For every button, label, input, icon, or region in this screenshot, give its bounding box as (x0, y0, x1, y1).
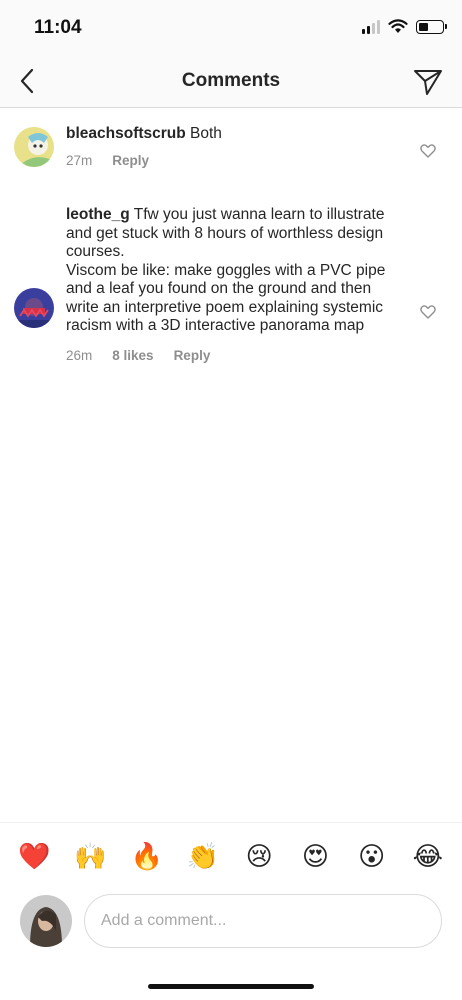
avatar (20, 895, 72, 947)
comment-text: bleachsoftscrub Both (66, 125, 406, 144)
share-button[interactable] (412, 66, 444, 98)
emoji-fire[interactable]: 🔥 (130, 842, 164, 872)
emoji-laughing[interactable]: 😂 (411, 842, 445, 872)
emoji-raised-hands[interactable]: 🙌 (73, 842, 107, 872)
header: Comments (0, 56, 462, 108)
signal-icon (362, 19, 380, 34)
page-title: Comments (181, 70, 281, 91)
emoji-surprised[interactable]: 😮 (355, 842, 389, 872)
comment-text: leothe_g Tfw you just wanna learn to ill… (66, 206, 406, 262)
comment-meta: 27m Reply (66, 153, 406, 168)
emoji-heart[interactable]: ❤️ (17, 842, 51, 872)
home-indicator (148, 984, 314, 989)
emoji-crying[interactable]: 😢 (242, 842, 276, 872)
status-time: 11:04 (34, 17, 82, 38)
comment-meta: 26m 8 likes Reply (66, 348, 406, 363)
comment-item: leothe_g Tfw you just wanna learn to ill… (0, 188, 462, 363)
avatar[interactable] (14, 288, 54, 328)
likes-count[interactable]: 8 likes (112, 348, 153, 363)
comment-time: 27m (66, 152, 93, 168)
emoji-heart-eyes[interactable]: 😍 (298, 842, 332, 872)
comment-input[interactable] (84, 894, 442, 948)
comment-username[interactable]: bleachsoftscrub (66, 125, 186, 142)
reply-button[interactable]: Reply (112, 153, 149, 168)
wifi-icon (388, 19, 408, 33)
status-bar: 11:04 (0, 0, 462, 56)
status-icons (362, 19, 447, 34)
comments-list: bleachsoftscrub Both 27m Reply leothe_g … (0, 108, 462, 363)
emoji-clapping[interactable]: 👏 (186, 842, 220, 872)
emoji-bar: ❤️ 🙌 🔥 👏 😢 😍 😮 😂 (0, 822, 462, 890)
battery-icon (416, 19, 447, 34)
comment-username[interactable]: leothe_g (66, 206, 130, 223)
avatar[interactable] (14, 127, 54, 167)
comment-item: bleachsoftscrub Both 27m Reply (0, 108, 462, 188)
reply-button[interactable]: Reply (174, 348, 211, 363)
comment-time: 26m (66, 347, 93, 363)
heart-icon[interactable] (420, 143, 436, 159)
heart-icon[interactable] (420, 304, 436, 320)
comment-body: Both (190, 125, 222, 142)
paper-plane-icon (414, 70, 442, 95)
comment-body-continued: Viscom be like: make goggles with a PVC … (66, 261, 386, 335)
comment-composer (0, 890, 462, 960)
